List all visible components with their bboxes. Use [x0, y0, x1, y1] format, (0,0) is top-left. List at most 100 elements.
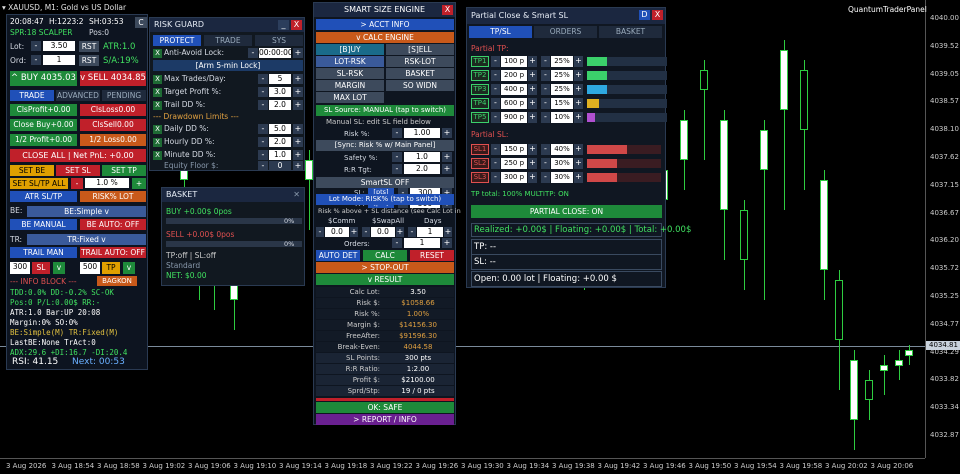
tp-points-minus[interactable]: - [491, 70, 500, 81]
tp-points-input[interactable]: 900 p [501, 112, 527, 123]
sl-points-plus[interactable]: + [528, 144, 537, 155]
max-trades-checkbox[interactable]: X [153, 75, 162, 84]
set-sltp-all-button[interactable]: SET SL/TP ALL [10, 178, 68, 189]
tp-pct-input[interactable]: 15% [551, 98, 573, 109]
arm-lock-button[interactable]: [Arm 5-min Lock] [153, 60, 303, 71]
sl-points-plus[interactable]: + [528, 158, 537, 169]
minute-dd-checkbox[interactable]: X [153, 151, 162, 160]
comm-plus[interactable]: + [350, 227, 358, 237]
tp-points-plus[interactable]: + [528, 84, 537, 95]
close-icon[interactable]: X [291, 20, 302, 30]
close-icon[interactable]: X [652, 10, 663, 20]
ord-minus-button[interactable]: - [31, 55, 41, 65]
close-buy-button[interactable]: Close Buy+0.00 [10, 119, 77, 131]
trail-dd-plus[interactable]: + [293, 100, 303, 110]
tp-pct-input[interactable]: 25% [551, 70, 573, 81]
tp-pct-input[interactable]: 25% [551, 56, 573, 67]
tab-pending[interactable]: PENDING [102, 90, 146, 101]
rr-plus[interactable]: + [442, 164, 452, 174]
sl-risk-button[interactable]: SL-RSK [316, 68, 384, 79]
tp-pct-plus[interactable]: + [574, 70, 583, 81]
tp-toggle[interactable]: v [123, 262, 135, 274]
pct-minus-button[interactable]: - [71, 178, 83, 189]
sl-points-minus[interactable]: - [491, 172, 500, 183]
tp-pct-input[interactable]: 10% [551, 112, 573, 123]
tp-points-input[interactable]: 500 [80, 262, 100, 274]
buy-direction-button[interactable]: [B]UY [316, 44, 384, 55]
backon-button[interactable]: BAGKON [97, 276, 137, 286]
hourly-dd-checkbox[interactable]: X [153, 138, 162, 147]
lot-minus-button[interactable]: - [31, 41, 41, 51]
minimize-button[interactable]: D [639, 10, 650, 20]
set-be-button[interactable]: SET BE [10, 165, 54, 176]
tp-pct-minus[interactable]: - [541, 70, 550, 81]
max-lot-button[interactable]: MAX LOT [316, 92, 384, 103]
daily-dd-checkbox[interactable]: X [153, 125, 162, 134]
tp-points-plus[interactable]: + [528, 98, 537, 109]
tp-pct-plus[interactable]: + [574, 84, 583, 95]
buy-button[interactable]: ^ BUY 4035.03 [10, 71, 77, 86]
sl-apply-button[interactable]: SL [32, 262, 50, 274]
partial-close-toggle[interactable]: PARTIAL CLOSE: ON [471, 205, 662, 218]
pc-tab-orders[interactable]: ORDERS [534, 26, 597, 38]
trail-dd-input[interactable]: 2.0 [269, 100, 291, 110]
comm-minus[interactable]: - [316, 227, 324, 237]
hourly-dd-plus[interactable]: + [293, 137, 303, 147]
tab-trade[interactable]: TRADE [10, 90, 54, 101]
risk-minus[interactable]: - [392, 128, 402, 138]
tp-apply-button[interactable]: TP [102, 262, 120, 274]
minimize-button[interactable]: _ [278, 20, 289, 30]
calc-button[interactable]: CALC [363, 250, 407, 261]
anti-avoid-checkbox[interactable]: X [153, 49, 162, 58]
tr-mode-select[interactable]: TR:Fixed v [27, 234, 146, 245]
rg-tab-trade[interactable]: TRADE [204, 35, 252, 46]
sl-points-minus[interactable]: - [491, 144, 500, 155]
pct-plus-button[interactable]: + [132, 178, 146, 189]
tp-points-plus[interactable]: + [528, 56, 537, 67]
tp-points-minus[interactable]: - [491, 112, 500, 123]
half-profit-button[interactable]: 1/2 Profit+0.00 [10, 134, 77, 146]
so-widn-button[interactable]: SO WIDN [386, 80, 454, 91]
pc-tab-basket[interactable]: BASKET [599, 26, 662, 38]
equity-minus[interactable]: - [258, 161, 268, 171]
max-trades-input[interactable]: 5 [269, 74, 291, 84]
sync-risk-button[interactable]: [Sync: Risk % w/ Main Panel] [316, 140, 454, 151]
tp-points-minus[interactable]: - [491, 98, 500, 109]
safety-minus[interactable]: - [392, 152, 402, 162]
sl-points-input[interactable]: 250 p [501, 158, 527, 169]
tp-points-minus[interactable]: - [491, 84, 500, 95]
days-minus[interactable]: - [408, 227, 416, 237]
report-info-toggle[interactable]: > REPORT / INFO [316, 414, 454, 425]
orders-minus[interactable]: - [392, 238, 402, 248]
tp-pct-minus[interactable]: - [541, 84, 550, 95]
lot-input[interactable]: 3.50 [43, 41, 75, 51]
hourly-dd-input[interactable]: 2.0 [269, 137, 291, 147]
close-icon[interactable]: ✕ [293, 188, 300, 202]
target-profit-checkbox[interactable]: X [153, 88, 162, 97]
comm-input[interactable]: 0.0 [325, 227, 349, 237]
swap-minus[interactable]: - [362, 227, 370, 237]
max-trades-minus[interactable]: - [258, 74, 268, 84]
anti-minus[interactable]: - [248, 48, 258, 58]
tp-points-input[interactable]: 600 p [501, 98, 527, 109]
hourly-dd-minus[interactable]: - [258, 137, 268, 147]
lot-mode-bar-visible[interactable]: Lot Mode: RISK% (tap to switch) [316, 194, 454, 205]
sl-pct-input[interactable]: 30% [551, 172, 573, 183]
close-icon[interactable]: X [442, 5, 453, 15]
auto-detect-button[interactable]: AUTO DET [316, 250, 360, 261]
close-sell-button[interactable]: ClsSell0.00 [80, 119, 146, 131]
sl-pct-plus[interactable]: + [574, 158, 583, 169]
atr-sltp-button[interactable]: ATR SL/TP [10, 191, 77, 202]
tp-pct-minus[interactable]: - [541, 98, 550, 109]
pct-input[interactable]: 1.0 % [85, 178, 129, 188]
target-profit-plus[interactable]: + [293, 87, 303, 97]
swap-input[interactable]: 0.0 [371, 227, 395, 237]
rr-target-input[interactable]: 2.0 [404, 164, 440, 174]
target-profit-minus[interactable]: - [258, 87, 268, 97]
be-manual-button[interactable]: BE MANUAL [10, 219, 77, 230]
tp-pct-plus[interactable]: + [574, 56, 583, 67]
minute-dd-minus[interactable]: - [258, 150, 268, 160]
tp-points-plus[interactable]: + [528, 70, 537, 81]
be-auto-button[interactable]: BE AUTO: OFF [80, 219, 146, 230]
sl-pct-plus[interactable]: + [574, 172, 583, 183]
